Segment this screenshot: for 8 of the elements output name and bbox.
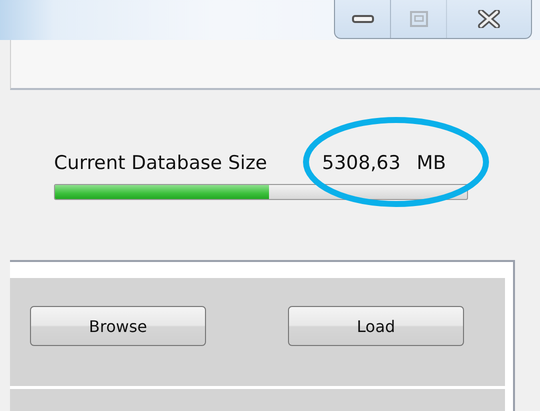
minimize-icon	[352, 14, 374, 24]
maximize-icon	[410, 11, 428, 27]
size-value: 5308,63	[322, 152, 401, 174]
size-label: Current Database Size	[54, 152, 268, 174]
close-icon	[478, 10, 500, 28]
action-button[interactable]: Browse	[30, 306, 206, 346]
action-button[interactable]: Load	[288, 306, 464, 346]
size-unit: MB	[416, 152, 446, 174]
